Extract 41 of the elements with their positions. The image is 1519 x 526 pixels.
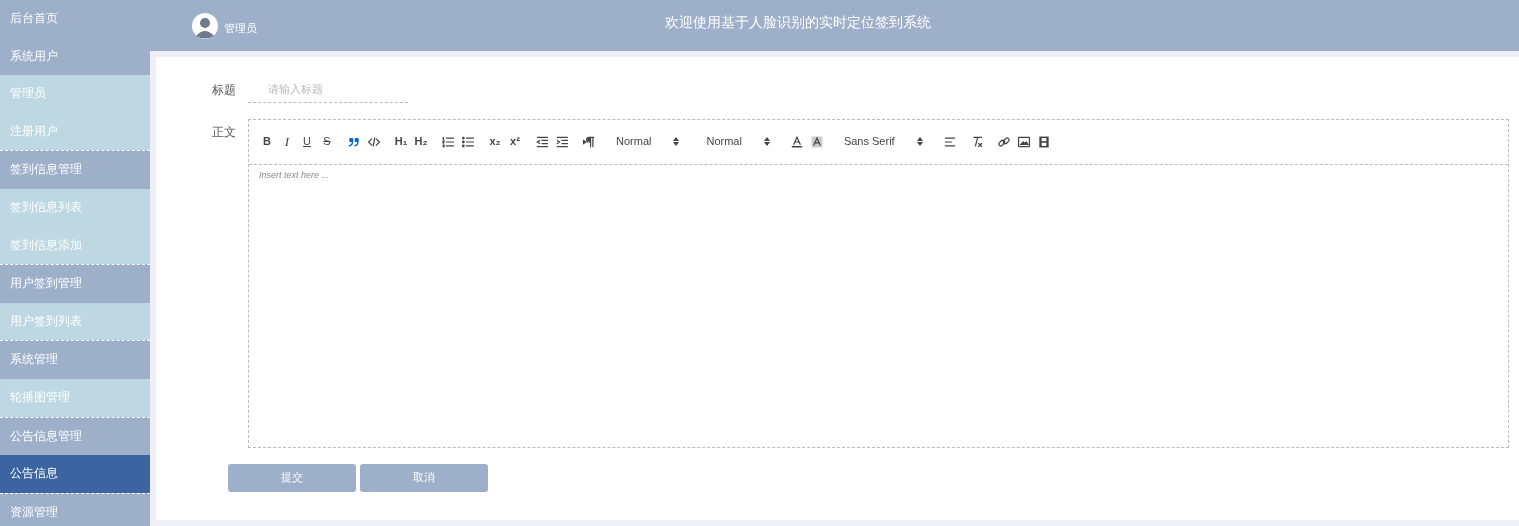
image-icon <box>1016 134 1031 149</box>
text-color-icon <box>789 134 804 149</box>
menu-item[interactable]: 公告信息 <box>0 455 150 493</box>
sort-icon <box>916 137 923 146</box>
script-button[interactable]: x₂ <box>487 132 503 151</box>
menu-item[interactable]: 签到信息列表 <box>0 188 150 227</box>
paragraph-icon <box>582 134 596 149</box>
numbered-list-icon <box>441 134 455 149</box>
heading-button[interactable]: H₂ <box>413 132 429 151</box>
sort-icon <box>673 137 680 146</box>
strikethrough-button[interactable]: S <box>319 132 335 151</box>
field-label: 标题 <box>211 81 237 99</box>
editor-placeholder: Insert text here ... <box>258 168 331 182</box>
video-icon <box>1036 134 1051 149</box>
menu-item[interactable]: 注册用户 <box>0 112 150 151</box>
outdent-icon <box>535 134 549 149</box>
menu-item[interactable]: 签到信息添加 <box>0 226 150 265</box>
link-icon <box>996 134 1011 149</box>
rich-text-editor[interactable]: B I U S H₁ H₂ x₂ x² Normal Normal Sans Serif Insert text here ... <box>248 118 1509 448</box>
sort-icon <box>763 137 770 146</box>
format-dropdown[interactable]: Normal <box>608 133 688 150</box>
highlight-icon <box>809 134 824 149</box>
menu-item[interactable]: 用户签到列表 <box>0 302 150 341</box>
page-title: 欢迎使用基于人脸识别的实时定位签到系统 <box>665 14 931 30</box>
indent-icon <box>555 134 569 149</box>
menu-item[interactable]: 管理员 <box>0 75 150 113</box>
avatar-icon <box>192 12 218 39</box>
menu-item[interactable]: 轮播图管理 <box>0 378 150 417</box>
format-dropdown[interactable]: Sans Serif <box>835 133 931 150</box>
italic-button[interactable]: I <box>279 132 295 151</box>
field-label: 正文 <box>212 124 236 139</box>
bullet-list-icon <box>461 134 475 149</box>
script-button[interactable]: x² <box>507 132 523 151</box>
bold-button[interactable]: B <box>259 132 275 151</box>
underline-button[interactable]: U <box>299 132 315 151</box>
heading-button[interactable]: H₁ <box>393 132 409 151</box>
user-name: 管理员 <box>224 21 257 37</box>
format-dropdown[interactable]: Normal <box>698 133 778 150</box>
submit-button[interactable]: 提交 <box>228 463 356 492</box>
align-left-icon <box>942 134 957 149</box>
cancel-button[interactable]: 取消 <box>360 463 488 492</box>
